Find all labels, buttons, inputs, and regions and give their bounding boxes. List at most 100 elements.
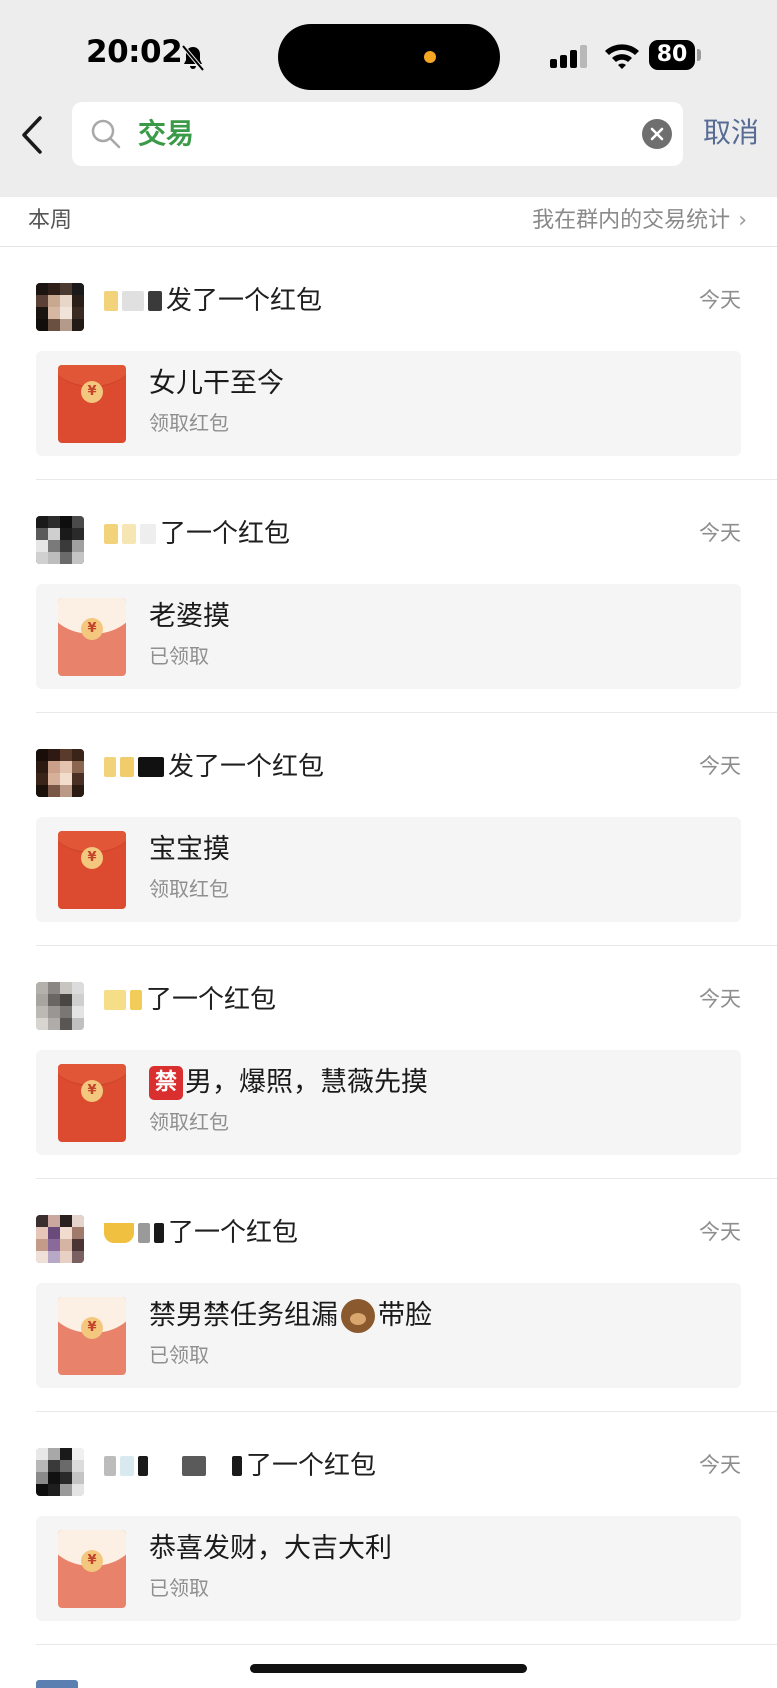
redacted-name: [138, 1223, 150, 1243]
redacted-name: [122, 524, 136, 544]
sender-action: 了一个红包: [146, 985, 277, 1015]
status-time: 20:02: [86, 34, 183, 70]
close-icon: [650, 127, 664, 141]
red-packet-title: 宝宝摸: [149, 834, 230, 865]
red-packet-title: 禁 男，爆照，慧薇先摸: [149, 1064, 428, 1102]
avatar[interactable]: [36, 1448, 84, 1496]
red-packet-title: 女儿干至今: [149, 368, 284, 399]
sender-line: 了一个红包: [104, 1213, 298, 1253]
sender-line: 发了一个红包: [104, 747, 324, 787]
redacted-name: [104, 1223, 134, 1243]
redacted-name: [152, 1456, 178, 1476]
red-packet-title-suffix: 带脸: [378, 1300, 432, 1331]
avatar[interactable]: [36, 283, 84, 331]
sender-line: 了一个红包: [104, 1446, 376, 1486]
redacted-name: [120, 1456, 134, 1476]
prohibited-badge-icon: 禁: [149, 1066, 183, 1100]
battery-cap: [697, 49, 701, 61]
home-indicator[interactable]: [250, 1664, 527, 1673]
avatar[interactable]: [36, 516, 84, 564]
transaction-list: 发了一个红包 今天 ¥ 女儿干至今 领取红包 了一个红包 今天 ¥ 老婆摸 已领…: [0, 247, 777, 1645]
redacted-name: [104, 524, 118, 544]
trade-stats-link[interactable]: 我在群内的交易统计 ›: [532, 205, 747, 237]
red-packet-icon: ¥: [58, 365, 126, 443]
sender-line: 发了一个红包: [104, 281, 322, 321]
sender-action: 了一个红包: [168, 1218, 299, 1248]
red-packet-card[interactable]: ¥ 老婆摸 已领取: [36, 584, 741, 689]
redacted-name: [104, 757, 116, 777]
item-time: 今天: [699, 987, 741, 1011]
avatar[interactable]: [36, 749, 84, 797]
list-item: 了一个红包 今天 ¥ 禁男禁任务组漏 带脸 已领取: [0, 1179, 777, 1412]
list-item: 发了一个红包 今天 ¥ 宝宝摸 领取红包: [0, 713, 777, 946]
red-packet-card[interactable]: ¥ 禁 男，爆照，慧薇先摸 领取红包: [36, 1050, 741, 1155]
bear-emoji-icon: [341, 1299, 375, 1333]
sender-action: 发了一个红包: [166, 286, 323, 316]
redacted-name: [140, 524, 156, 544]
clear-search-button[interactable]: [642, 119, 672, 149]
red-packet-title: 恭喜发财，大吉大利: [149, 1533, 392, 1564]
redacted-name: [104, 990, 126, 1010]
redacted-name: [104, 1456, 116, 1476]
red-packet-status: 已领取: [149, 644, 209, 668]
redacted-name: [232, 1456, 242, 1476]
sender-action: 了一个红包: [160, 519, 291, 549]
cellular-signal-icon: [550, 45, 587, 68]
red-packet-card[interactable]: ¥ 禁男禁任务组漏 带脸 已领取: [36, 1283, 741, 1388]
redacted-name: [210, 1456, 228, 1476]
red-packet-card[interactable]: ¥ 女儿干至今 领取红包: [36, 351, 741, 456]
sender-action: 了一个红包: [246, 1451, 377, 1481]
search-query-text: 交易: [138, 117, 195, 150]
red-packet-card[interactable]: ¥ 宝宝摸 领取红包: [36, 817, 741, 922]
search-input[interactable]: 交易: [72, 102, 683, 166]
item-time: 今天: [699, 1453, 741, 1477]
red-packet-opened-icon: ¥: [58, 1530, 126, 1608]
red-packet-opened-icon: ¥: [58, 1297, 126, 1375]
redacted-name: [138, 757, 164, 777]
red-packet-card[interactable]: ¥ 恭喜发财，大吉大利 已领取: [36, 1516, 741, 1621]
redacted-name: [120, 757, 134, 777]
item-time: 今天: [699, 754, 741, 778]
red-packet-title: 禁男禁任务组漏 带脸: [149, 1297, 432, 1335]
list-item: 了一个红包 今天 ¥ 禁 男，爆照，慧薇先摸 领取红包: [0, 946, 777, 1179]
list-item: 发了一个红包 今天 ¥ 女儿干至今 领取红包: [0, 247, 777, 480]
sender-line: 了一个红包: [104, 514, 290, 554]
red-packet-opened-icon: ¥: [58, 598, 126, 676]
red-packet-title-text: 男，爆照，慧薇先摸: [185, 1067, 428, 1098]
back-chevron-icon[interactable]: [14, 112, 50, 158]
red-packet-icon: ¥: [58, 831, 126, 909]
red-packet-status: 已领取: [149, 1343, 209, 1367]
red-packet-status: 领取红包: [149, 877, 229, 901]
divider: [36, 1644, 777, 1645]
redacted-name: [122, 291, 144, 311]
dynamic-island: [278, 24, 500, 90]
privacy-indicator-icon: [424, 51, 436, 63]
red-packet-status: 已领取: [149, 1576, 209, 1600]
bell-muted-icon: [181, 44, 205, 72]
red-packet-status: 领取红包: [149, 1110, 229, 1134]
list-item: 了一个红包 今天 ¥ 老婆摸 已领取: [0, 480, 777, 713]
red-packet-icon: ¥: [58, 1064, 126, 1142]
avatar[interactable]: [36, 982, 84, 1030]
search-icon: [91, 119, 121, 149]
section-header: 本周 我在群内的交易统计 ›: [0, 197, 777, 247]
red-packet-title-text: 禁男禁任务组漏: [149, 1300, 338, 1331]
header-area: 20:02 80 交易 取消: [0, 0, 777, 197]
battery-icon: 80: [649, 40, 701, 70]
item-time: 今天: [699, 1220, 741, 1244]
sender-line: 了一个红包: [104, 980, 276, 1020]
item-time: 今天: [699, 288, 741, 312]
redacted-name: [104, 291, 118, 311]
section-label: 本周: [28, 208, 73, 233]
red-packet-title: 老婆摸: [149, 601, 230, 632]
redacted-name: [154, 1223, 164, 1243]
cancel-button[interactable]: 取消: [703, 113, 759, 153]
avatar[interactable]: [36, 1680, 78, 1688]
battery-level: 80: [649, 40, 695, 70]
redacted-name: [182, 1456, 206, 1476]
trade-stats-label: 我在群内的交易统计: [532, 208, 731, 233]
red-packet-status: 领取红包: [149, 411, 229, 435]
avatar[interactable]: [36, 1215, 84, 1263]
redacted-name: [148, 291, 162, 311]
item-time: 今天: [699, 521, 741, 545]
